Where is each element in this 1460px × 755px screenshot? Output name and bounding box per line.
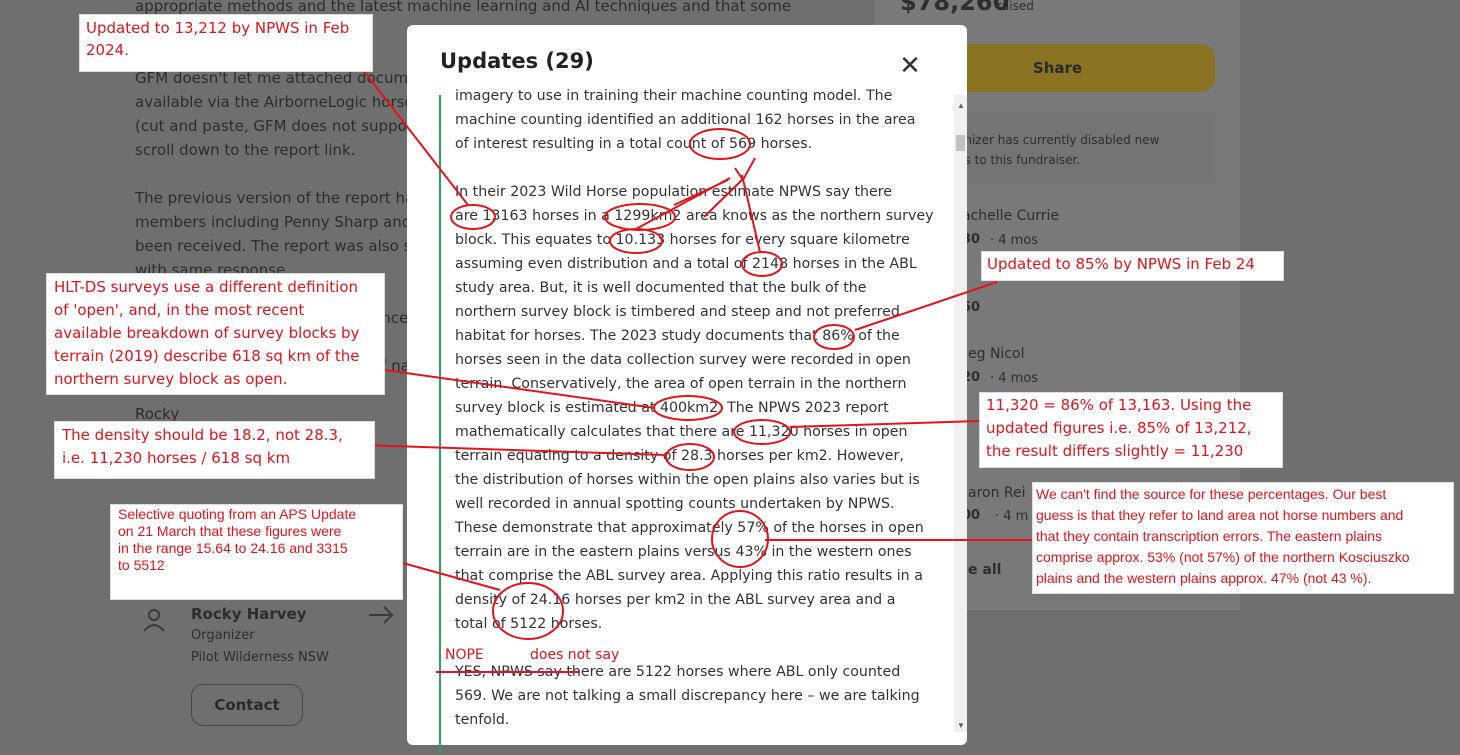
annotation-nope: NOPE <box>445 647 484 663</box>
annotation-does-not-say: does not say <box>530 647 620 663</box>
annotation-density: The density should be 18.2, not 28.3, i.… <box>55 422 374 478</box>
annotation-open-definition: HLT-DS surveys use a different definitio… <box>47 274 384 394</box>
annotation-selective-quoting: Selective quoting from an APS Update on … <box>111 505 402 599</box>
annotation-11320: 11,320 = 86% of 13,163. Using the update… <box>980 393 1282 467</box>
annotation-percentages: We can't find the source for these perce… <box>1033 483 1453 593</box>
annotation-85-percent: Updated to 85% by NPWS in Feb 24 <box>982 252 1283 280</box>
annotation-feb-2024: Updated to 13,212 by NPWS in Feb 2024. <box>80 15 372 71</box>
